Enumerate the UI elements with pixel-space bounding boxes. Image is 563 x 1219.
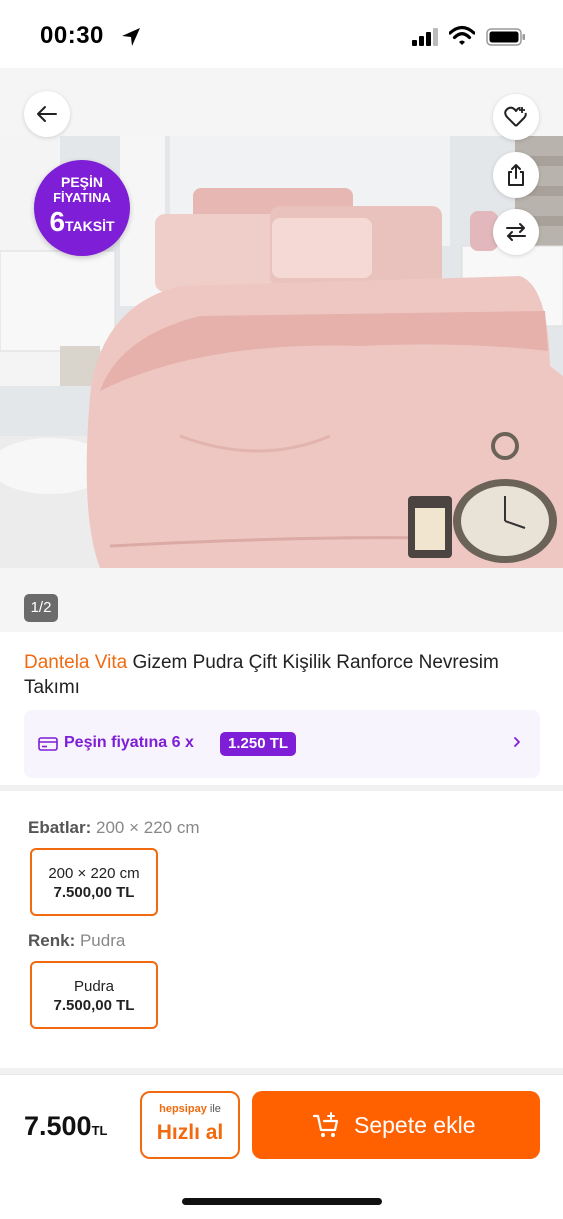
home-indicator[interactable] [182, 1198, 382, 1205]
quick-buy-button[interactable]: hepsipay ile Hızlı al [140, 1091, 240, 1159]
add-to-cart-button[interactable]: Sepete ekle [252, 1091, 540, 1159]
promo-line-3: 6TAKSİT [34, 206, 130, 242]
chevron-right-icon [514, 737, 520, 747]
product-gallery[interactable]: PEŞİN FİYATINA 6TAKSİT 1/2 [0, 68, 563, 632]
share-icon [508, 164, 524, 186]
hepsipay-logo-text: hepsipay [159, 1103, 207, 1115]
credit-card-icon [38, 737, 58, 751]
back-arrow-icon [37, 106, 57, 122]
color-label: Renk: Pudra [28, 931, 125, 951]
location-arrow-icon [122, 28, 140, 46]
color-selected: Pudra [75, 931, 126, 950]
brand-link[interactable]: Dantela Vita [24, 652, 127, 673]
cart-add-icon [312, 1112, 339, 1137]
total-price: 7.500TL [24, 1111, 107, 1142]
heart-add-icon [504, 106, 527, 127]
status-bar: 00:30 [0, 0, 563, 68]
size-option-name: 200 × 220 cm [48, 865, 140, 882]
add-to-cart-label: Sepete ekle [354, 1112, 476, 1138]
color-option-price: 7.500,00 TL [53, 997, 135, 1014]
wifi-icon [449, 25, 475, 45]
promo-line-2: FİYATINA [53, 190, 111, 205]
size-label: Ebatlar: 200 × 220 cm [28, 818, 200, 838]
battery-icon [486, 28, 525, 46]
hepsipay-logo: hepsipay ile [142, 1103, 238, 1115]
signal-icon [412, 28, 438, 46]
status-time: 00:30 [40, 22, 104, 49]
promo-number: 6 [49, 206, 66, 237]
price-value: 7.500 [24, 1111, 92, 1141]
product-title: Dantela Vita Gizem Pudra Çift Kişilik Ra… [24, 650, 544, 700]
size-label-text: Ebatlar: [28, 818, 92, 837]
size-selected: 200 × 220 cm [91, 818, 200, 837]
promo-installment-badge: PEŞİN FİYATINA 6TAKSİT [34, 160, 130, 256]
compare-arrows-icon [506, 223, 526, 241]
color-option[interactable]: Pudra 7.500,00 TL [30, 961, 158, 1029]
promo-line-1: PEŞİN [60, 174, 103, 190]
compare-button[interactable] [493, 209, 539, 255]
color-label-text: Renk: [28, 931, 76, 950]
installment-amount: 1.250 TL [220, 732, 297, 756]
favorite-button[interactable] [493, 94, 539, 140]
color-option-name: Pudra [73, 978, 115, 995]
size-option[interactable]: 200 × 220 cm 7.500,00 TL [30, 848, 158, 916]
promo-taksit: TAKSİT [65, 218, 115, 234]
installment-text: Peşin fiyatına 6 x [64, 734, 194, 751]
section-divider [0, 785, 563, 791]
size-option-price: 7.500,00 TL [53, 884, 135, 901]
installment-banner[interactable]: Peşin fiyatına 6 x 1.250 TL [24, 710, 540, 778]
price-currency: TL [91, 1123, 108, 1138]
share-button[interactable] [493, 152, 539, 198]
hepsipay-suffix: ile [206, 1103, 221, 1115]
quick-buy-label: Hızlı al [156, 1121, 224, 1144]
image-counter: 1/2 [24, 594, 58, 622]
back-button[interactable] [24, 91, 70, 137]
